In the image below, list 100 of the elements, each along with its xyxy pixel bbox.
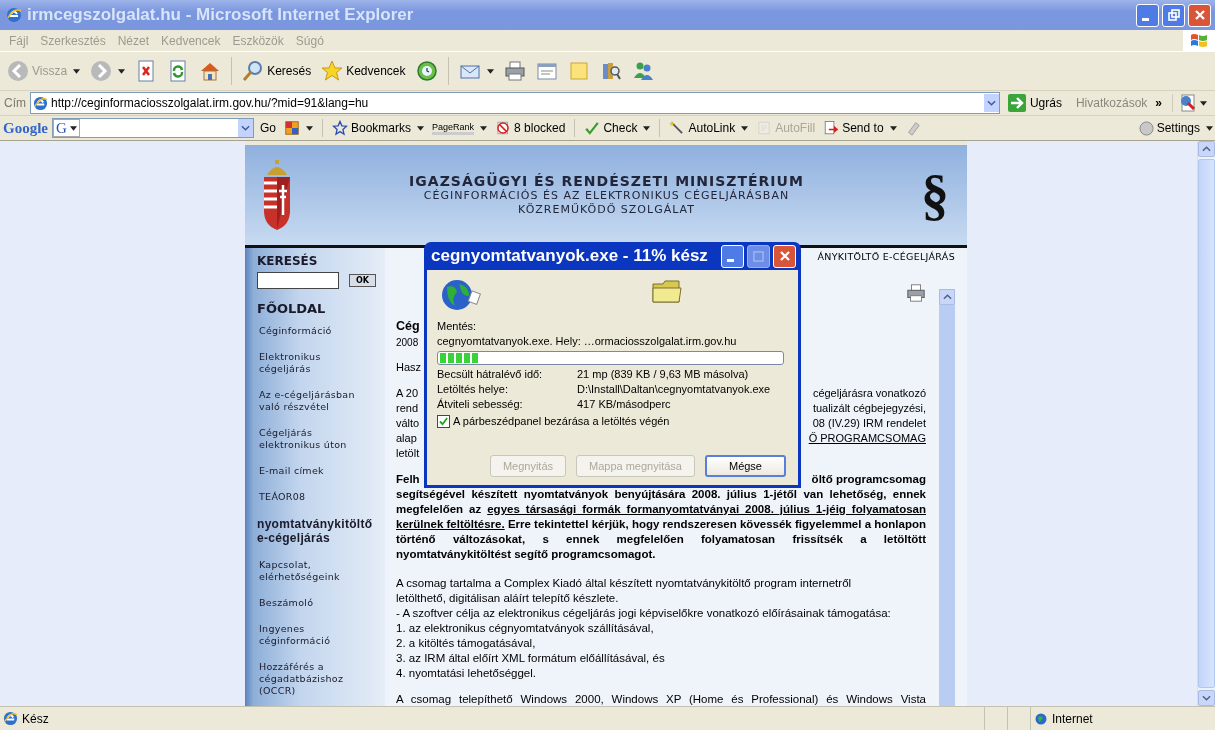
toolbar-button[interactable]: Check xyxy=(582,120,653,136)
detail-value: 417 KB/másodperc xyxy=(577,397,672,412)
search-icon xyxy=(242,60,265,82)
list-item: 4. nyomtatási lehetőséggel. xyxy=(396,666,537,681)
search-field[interactable]: G xyxy=(52,118,254,138)
people-icon xyxy=(631,60,654,82)
detail-label: Becsült hátralévő idő: xyxy=(437,367,544,382)
star-icon xyxy=(332,120,348,136)
caret-icon xyxy=(480,125,488,131)
circle-icon xyxy=(1138,120,1154,136)
toolbar-button[interactable]: Bookmarks xyxy=(330,120,427,136)
paragraph: A csomag tartalma a Complex Kiadó által készített nyomtatványkitöltő program internetről letölthető, digitálisan aláírt telepítő készlete. - A szoftver célja az elektronikus cégeljárás jogi képviselőkre vonatkozó előírásainak támogatása: xyxy=(396,576,892,621)
close-button[interactable] xyxy=(773,244,796,268)
ministry-subtitle: CÉGINFORMÁCIÓS ÉS AZ ELEKTRONIKUS CÉGELJÁRÁSBAN xyxy=(423,189,790,203)
checkmark-icon xyxy=(584,120,601,136)
sidebar-link[interactable]: Kapcsolat, elérhetőségeink xyxy=(259,559,385,583)
go-button[interactable]: Go xyxy=(258,121,278,135)
text-fragment: válto xyxy=(396,416,420,431)
status-text: Kész xyxy=(22,711,49,726)
scrollbar[interactable] xyxy=(939,289,955,706)
toolbar-button[interactable]: Kedvencek xyxy=(318,58,409,84)
updown-button[interactable] xyxy=(282,120,315,136)
checkbox-label: A párbeszédpanel bezárása a letöltés végén xyxy=(453,414,670,429)
caret-icon xyxy=(69,125,77,131)
toolbar-button[interactable]: PageRank xyxy=(430,121,490,135)
sidebar-link[interactable]: Cégeljárás elektronikus úton xyxy=(259,427,385,451)
chevron-icon xyxy=(1202,695,1211,701)
globe-icon xyxy=(1035,712,1047,725)
settings-button[interactable]: Settings xyxy=(1136,120,1215,136)
close-icon xyxy=(1193,9,1206,21)
caret-icon xyxy=(1200,100,1207,106)
dropdown-button[interactable] xyxy=(983,94,999,112)
sidebar-link[interactable]: Az e-cégeljárásban való részvétel xyxy=(259,389,385,413)
scroll-up-button[interactable] xyxy=(939,289,955,305)
scroll-down-button[interactable] xyxy=(1198,690,1215,706)
google-logo: Google xyxy=(3,119,48,137)
sidebar-link[interactable]: Beszámoló xyxy=(259,597,385,609)
text-fragment: Felh xyxy=(396,472,420,487)
arrow-icon xyxy=(1007,94,1026,112)
paragraph: A csomag telepíthető Windows 2000, Windows XP (Home és Professional) és Windows Vista xyxy=(396,692,926,706)
text-fragment: tualizált cégbejegyzési, xyxy=(812,401,926,416)
dropdown-button[interactable] xyxy=(238,119,253,137)
caret-icon xyxy=(486,68,494,74)
text-fragment: Cég xyxy=(396,319,420,334)
go-button[interactable]: Ugrás xyxy=(1003,94,1066,112)
text-fragment: A 20 xyxy=(396,386,419,401)
address-field[interactable]: http://ceginformaciosszolgalat.irm.gov.hu/?mid=91&lang=hu xyxy=(30,92,1000,114)
search-heading: KERESÉS xyxy=(257,254,319,268)
breadcrumb: ÁNYKITÖLTŐ E-CÉGELJÁRÁS xyxy=(817,250,956,264)
list-item: 2. a kitöltés támogatásával, xyxy=(396,636,537,651)
sidebar-link[interactable]: Céginformáció xyxy=(259,325,385,337)
engine-button[interactable]: G xyxy=(53,119,80,137)
checkbox[interactable] xyxy=(437,415,450,428)
close-icon xyxy=(778,250,791,262)
text-fragment: öltő programcsomag xyxy=(811,472,926,487)
caret-icon xyxy=(741,125,749,131)
sidebar-link[interactable]: Hozzáférés a cégadatbázishoz (OCCR) xyxy=(259,661,385,697)
folder-icon xyxy=(651,278,683,304)
star-icon xyxy=(321,60,344,82)
toolbar-button[interactable]: Send to xyxy=(821,120,899,136)
search-field[interactable] xyxy=(257,272,339,289)
chevron-icon xyxy=(1202,146,1211,152)
download-source: cegnyomtatvanyok.exe. Hely: …ormaciosszolgalat.irm.gov.hu xyxy=(437,334,738,349)
text-fragment: cégeljárásra vonatkozó xyxy=(812,386,926,401)
scroll-up-button[interactable] xyxy=(1198,141,1215,157)
ok-button[interactable]: OK xyxy=(349,274,376,287)
minimize-button[interactable] xyxy=(721,244,744,268)
toolbar-button[interactable]: AutoLink xyxy=(667,120,751,136)
browser-icon xyxy=(6,7,22,23)
home-heading: FŐOLDAL xyxy=(257,301,327,316)
minimize-icon xyxy=(727,258,734,262)
blocked-icon xyxy=(495,120,512,136)
maximize-icon xyxy=(753,250,764,262)
toolbar-button[interactable]: Keresés xyxy=(239,58,315,84)
ministry-title: IGAZSÁGÜGYI ÉS RENDÉSZETI MINISZTÉRIUM xyxy=(409,173,804,189)
more-button[interactable]: » xyxy=(1151,96,1168,110)
text-fragment: 08 (IV.29) IRM rendelet xyxy=(812,416,926,431)
caret-icon xyxy=(73,68,81,74)
text-fragment: letölt xyxy=(396,446,420,461)
printer-icon xyxy=(503,60,526,82)
sidebar-link[interactable]: nyomtatványkitöltő e-cégeljárás xyxy=(257,517,373,545)
minimize-icon xyxy=(1142,17,1149,21)
sidebar-link[interactable]: E-mail címek xyxy=(259,465,385,477)
sidebar-link[interactable]: Elektronikus cégeljárás xyxy=(259,351,385,375)
sidebar-link[interactable]: Ingyenes céginformáció xyxy=(259,623,385,647)
address-label: Cím xyxy=(4,96,26,110)
toolbar-button[interactable]: 8 blocked xyxy=(493,120,568,136)
notice-paragraph: segítségével készített nyomtatványok benyújtására 2008. július 1-jétől van lehetőség, ennek megfelelően az egyes társasági formák formanyomtatványai 2008. július 1-jéig folyamatosan kerülnek feltöltésre. Erre tekintettel kérjük, hogy rendszeresen kövessék figyelemmel a honlapon történő változásokat, s ennek megfelelően folyamatosan frissítsék a letöltött nyomtatványkitöltést segítő programcsomagot. xyxy=(396,487,926,562)
caret-icon xyxy=(889,125,897,131)
coat-of-arms-icon xyxy=(262,159,292,231)
dialog-button[interactable]: Mégse xyxy=(704,455,786,477)
caret-icon xyxy=(1206,125,1213,131)
detail-value: 21 mp (839 KB / 9,63 MB másolva) xyxy=(577,367,750,382)
sidebar-link[interactable]: TEÁOR08 xyxy=(259,491,385,503)
back-icon xyxy=(7,60,29,82)
dialog-title: cegnyomtatvanyok.exe - 11% kész xyxy=(431,246,709,266)
caret-icon xyxy=(643,125,651,131)
text-fragment: 2008 xyxy=(396,336,419,350)
text-fragment: alap xyxy=(396,431,417,446)
clock-icon xyxy=(415,60,438,82)
